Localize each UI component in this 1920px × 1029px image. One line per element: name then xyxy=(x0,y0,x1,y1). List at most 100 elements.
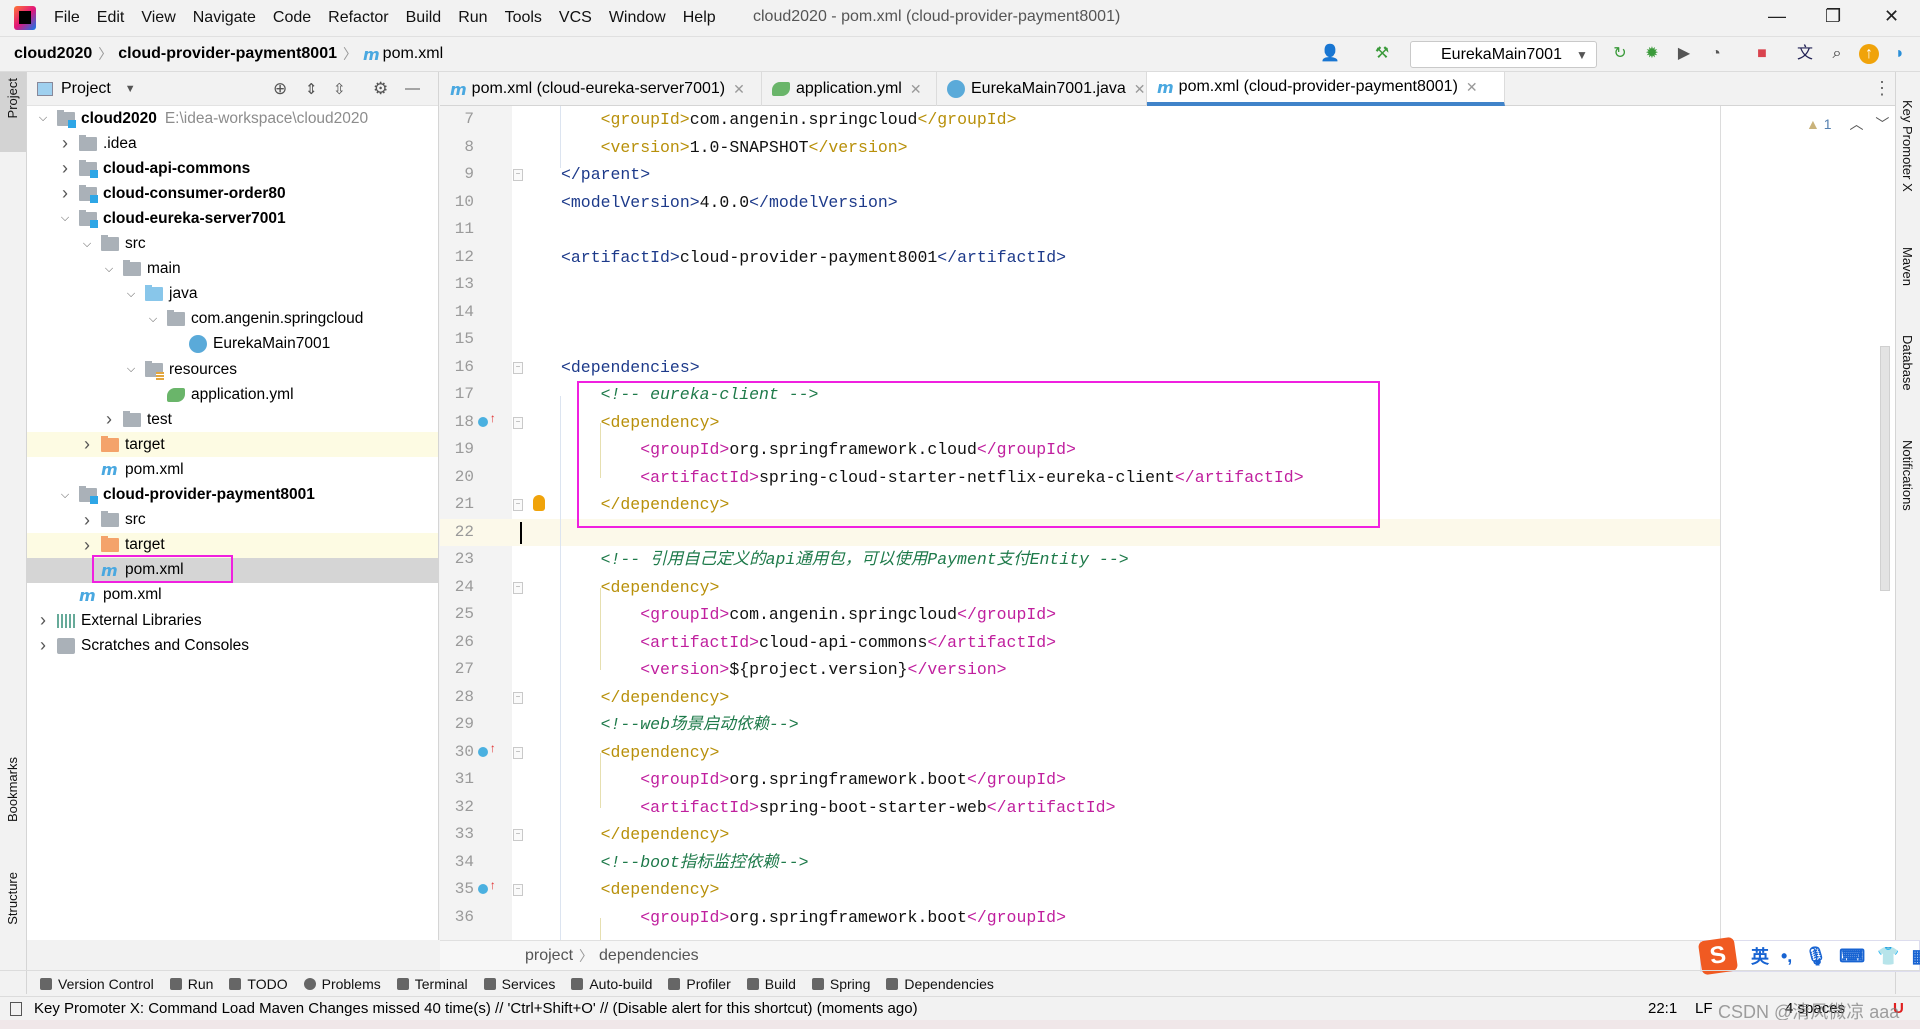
tab-pom-eureka-server[interactable]: m pom.xml (cloud-eureka-server7001) ✕ xyxy=(440,72,762,106)
menu-vcs[interactable]: VCS xyxy=(559,9,592,27)
previous-highlight-icon[interactable]: ︿ xyxy=(1849,116,1863,132)
crumb-module[interactable]: cloud-provider-payment8001 xyxy=(118,45,337,63)
minimize-button[interactable]: — xyxy=(1768,6,1786,27)
editor-scrollbar[interactable] xyxy=(1880,346,1890,591)
toolwindow-services[interactable]: Services xyxy=(483,976,555,992)
fold-marker-icon[interactable]: − xyxy=(513,746,523,759)
menu-code[interactable]: Code xyxy=(273,9,311,27)
maven-stripe-button[interactable]: Maven xyxy=(1900,247,1915,286)
gear-icon[interactable]: ⚙ xyxy=(373,79,388,99)
toolwindow-auto-build[interactable]: Auto-build xyxy=(571,976,652,992)
tab-eurekamain7001-java[interactable]: EurekaMain7001.java ✕ xyxy=(937,72,1147,106)
tree-item[interactable]: ⌵ com.angenin.springcloud xyxy=(27,307,438,332)
search-icon[interactable]: ⌕ xyxy=(1827,44,1847,64)
line-separator[interactable]: LF xyxy=(1695,1000,1713,1017)
toolwindow-profiler[interactable]: Profiler xyxy=(668,976,731,992)
rerun-icon[interactable]: ↻ xyxy=(1610,44,1630,64)
expand-all-icon[interactable]: ⇕ xyxy=(305,80,318,98)
project-stripe-button[interactable]: Project xyxy=(0,72,26,152)
breadcrumb-dependencies[interactable]: dependencies xyxy=(599,947,699,965)
keyboard-icon[interactable]: ⌨ xyxy=(1839,946,1865,967)
tree-item[interactable]: ⌵ src xyxy=(27,232,438,257)
chevron-right-icon[interactable]: › xyxy=(57,183,73,204)
caret-position[interactable]: 22:1 xyxy=(1648,1000,1677,1017)
bookmarks-stripe-button[interactable]: Bookmarks xyxy=(5,757,20,822)
chevron-right-icon[interactable]: › xyxy=(79,535,95,556)
coverage-icon[interactable]: ▶ xyxy=(1674,44,1694,64)
chevron-down-icon[interactable]: ▼ xyxy=(125,83,136,95)
code-with-me-icon[interactable]: ◗ xyxy=(1890,44,1910,64)
restore-button[interactable]: ❐ xyxy=(1825,6,1841,27)
menu-navigate[interactable]: Navigate xyxy=(193,9,256,27)
chevron-down-icon[interactable]: ⌵ xyxy=(123,363,139,376)
tree-item[interactable]: m pom.xml xyxy=(27,457,438,482)
hide-icon[interactable]: — xyxy=(405,80,420,97)
key-promoter-stripe-button[interactable]: Key Promoter X xyxy=(1900,100,1915,192)
tree-item[interactable]: ⌵ resources xyxy=(27,357,438,382)
notifications-stripe-button[interactable]: Notifications xyxy=(1900,440,1915,511)
tree-item[interactable]: › .idea xyxy=(27,131,438,156)
fold-marker-icon[interactable]: − xyxy=(513,884,523,896)
user-icon[interactable]: 👤 xyxy=(1320,44,1340,64)
close-window-button[interactable]: ✕ xyxy=(1884,6,1899,27)
overrides-icon[interactable] xyxy=(478,416,488,427)
chevron-down-icon[interactable]: ⌵ xyxy=(57,489,73,502)
punctuation-icon[interactable]: •, xyxy=(1781,946,1792,967)
menu-edit[interactable]: Edit xyxy=(97,9,125,27)
fold-marker-icon[interactable]: − xyxy=(513,691,523,704)
close-tab-icon[interactable]: ✕ xyxy=(733,81,745,98)
chevron-down-icon[interactable]: ⌵ xyxy=(79,238,95,251)
project-view-select[interactable]: Project xyxy=(61,80,111,98)
close-tab-icon[interactable]: ✕ xyxy=(910,81,922,98)
chevron-right-icon[interactable]: › xyxy=(101,409,117,430)
code-editor[interactable]: 7 <groupId>com.angenin.springcloud</group… xyxy=(440,106,1895,940)
run-configuration-select[interactable]: EurekaMain7001 ▼ xyxy=(1410,41,1597,68)
tree-item[interactable]: m pom.xml xyxy=(27,583,438,608)
microphone-icon[interactable]: 🎙 xyxy=(1804,946,1827,967)
chevron-right-icon[interactable]: › xyxy=(57,158,73,179)
fold-marker-icon[interactable]: − xyxy=(513,499,523,511)
tree-item[interactable]: ⌵ java xyxy=(27,282,438,307)
ime-mode-toggle[interactable]: 英 xyxy=(1751,943,1769,969)
lightbulb-icon[interactable] xyxy=(533,495,545,511)
tree-item[interactable]: › src xyxy=(27,508,438,533)
chevron-down-icon[interactable]: ⌵ xyxy=(101,263,117,276)
chevron-down-icon[interactable]: ⌵ xyxy=(57,212,73,225)
chevron-right-icon[interactable]: › xyxy=(57,133,73,154)
toolwindow-version-control[interactable]: Version Control xyxy=(40,976,154,992)
toolwindow-run[interactable]: Run xyxy=(169,976,213,992)
menu-help[interactable]: Help xyxy=(683,9,716,27)
build-hammer-icon[interactable]: ⚒ xyxy=(1372,44,1392,64)
locate-file-icon[interactable]: ⊕ xyxy=(273,79,287,99)
update-icon[interactable]: ↑ xyxy=(1859,44,1879,64)
fold-marker-icon[interactable]: − xyxy=(513,829,523,841)
stop-icon[interactable]: ■ xyxy=(1752,44,1772,64)
tab-application-yml[interactable]: application.yml ✕ xyxy=(762,72,937,106)
toolwindow-build[interactable]: Build xyxy=(746,976,796,992)
status-message[interactable]: Key Promoter X: Command Load Maven Chang… xyxy=(34,1000,918,1017)
more-tabs-icon[interactable]: ⋮ xyxy=(1873,78,1891,99)
inspection-widget[interactable]: ▲ 1 ︿ ﹀ xyxy=(1806,114,1889,134)
collapse-all-icon[interactable]: ⇳ xyxy=(333,80,346,98)
debug-icon[interactable]: ✹ xyxy=(1642,44,1662,64)
tree-item[interactable]: › target xyxy=(27,432,438,458)
tree-item[interactable]: ⌵ main xyxy=(27,257,438,282)
crumb-project[interactable]: cloud2020 xyxy=(14,45,92,63)
tree-item[interactable]: › cloud-api-commons xyxy=(27,156,438,181)
tree-item[interactable]: ⌵ cloud-provider-payment8001 xyxy=(27,483,438,508)
chevron-down-icon[interactable]: ⌵ xyxy=(145,313,161,326)
toolwindow-spring[interactable]: Spring xyxy=(811,976,870,992)
close-tab-icon[interactable]: ✕ xyxy=(1134,81,1146,98)
breadcrumb-project[interactable]: project xyxy=(525,947,573,965)
chevron-right-icon[interactable]: › xyxy=(79,434,95,455)
crumb-file[interactable]: pom.xml xyxy=(383,45,443,63)
toolwindow-problems[interactable]: Problems xyxy=(303,976,381,992)
fold-marker-icon[interactable]: − xyxy=(513,361,523,374)
tree-item[interactable]: › cloud-consumer-order80 xyxy=(27,181,438,206)
overrides-icon[interactable] xyxy=(478,746,488,757)
menu-view[interactable]: View xyxy=(141,9,175,27)
toolwindow-todo[interactable]: TODO xyxy=(229,976,288,992)
structure-stripe-button[interactable]: Structure xyxy=(5,872,20,925)
overrides-icon[interactable] xyxy=(478,884,488,894)
close-tab-icon[interactable]: ✕ xyxy=(1466,79,1478,96)
